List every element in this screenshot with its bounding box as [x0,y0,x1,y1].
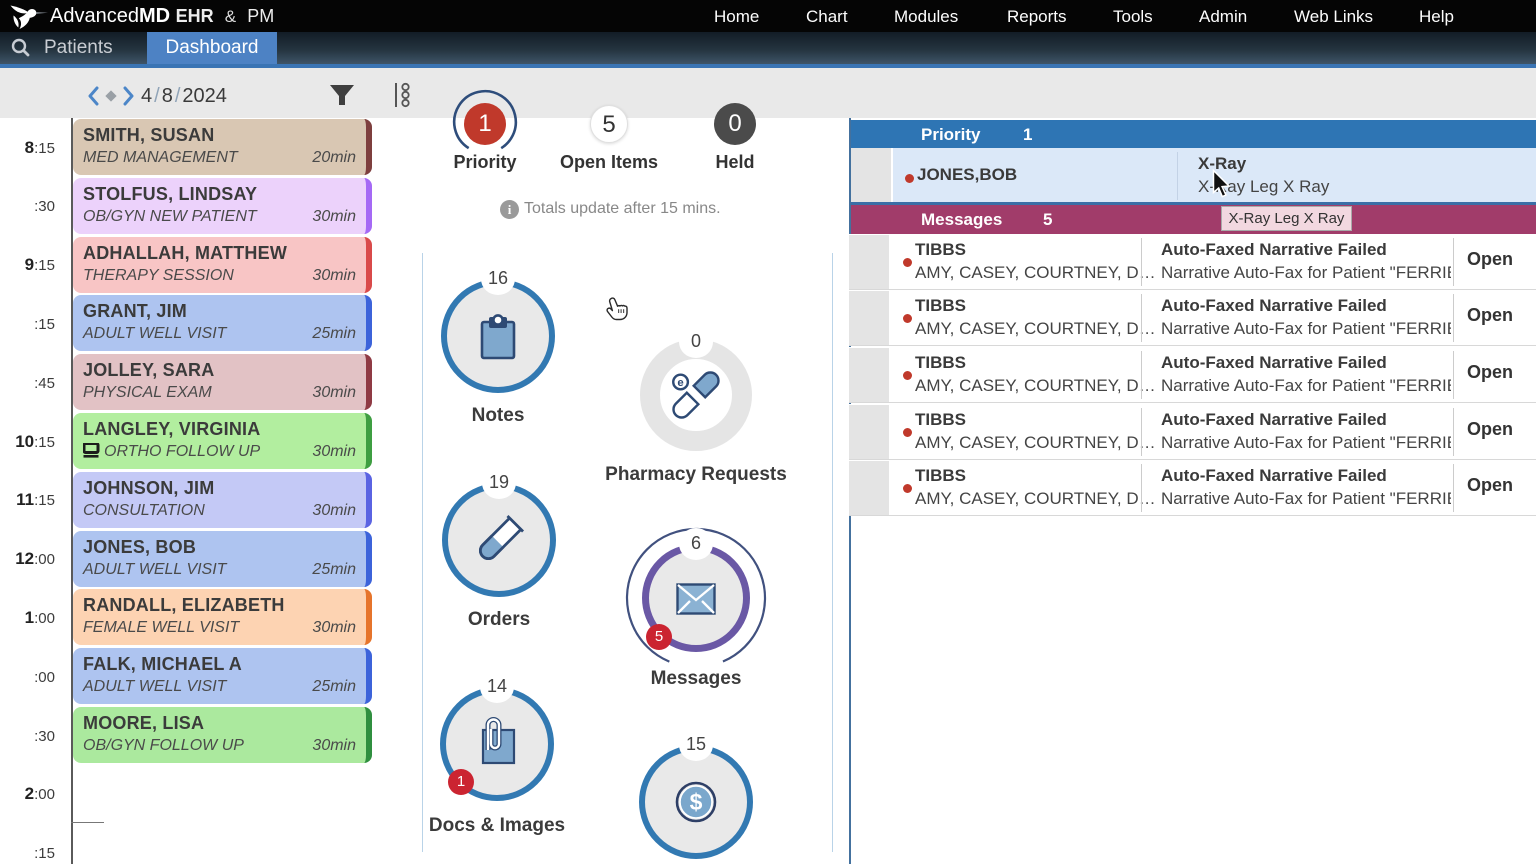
svg-text:$: $ [690,789,703,815]
svg-text:e: e [677,377,683,389]
